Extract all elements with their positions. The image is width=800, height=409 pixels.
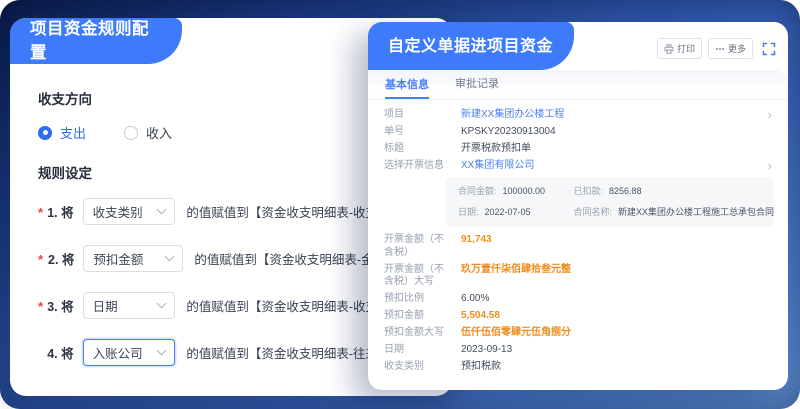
field-select[interactable]: 收支类别 — [83, 198, 176, 225]
left-panel-title: 项目资金规则配置 — [30, 15, 164, 63]
more-icon — [715, 44, 725, 54]
field-label: 项目 — [384, 109, 448, 122]
field-value[interactable]: XX集团有限公司 — [461, 160, 534, 173]
field-select[interactable]: 日期 — [83, 292, 176, 319]
field-row: 标题开票税款预扣单 — [384, 143, 774, 156]
chevron-down-icon — [165, 251, 175, 261]
field-value: 预扣税款 — [461, 361, 501, 374]
contract-field: 合同金额: 100000.00 — [458, 186, 574, 197]
contract-field-label: 合同金额: — [458, 186, 497, 197]
field-row: 项目新建XX集团办公楼工程 › — [384, 109, 774, 122]
tab-approval-records[interactable]: 审批记录 — [455, 75, 499, 99]
field-row: 日期 2023-09-13 — [384, 344, 774, 357]
contract-field-label: 日期: — [458, 207, 479, 218]
contract-field-value: 2022-07-05 — [485, 207, 531, 218]
field-row: 预扣金额 5,504.58 — [384, 310, 774, 323]
select-value: 收支类别 — [93, 202, 143, 221]
field-value: 伍仟伍佰零肆元伍角捌分 — [461, 327, 571, 340]
chevron-down-icon — [157, 298, 167, 308]
field-row: 收支类别预扣税款 — [384, 361, 774, 374]
field-label: 选择开票信息 — [384, 160, 448, 173]
rule-number: 1. 将 — [47, 202, 73, 221]
fullscreen-button[interactable] — [762, 42, 776, 56]
select-value: 入账公司 — [93, 343, 143, 362]
screenshot-stage: 项目资金规则配置 收支方向 支出收入 规则设定 *1. 将收支类别的值赋值到【资… — [0, 0, 800, 409]
field-select[interactable]: 预扣金额 — [83, 245, 183, 272]
field-value: 开票税款预扣单 — [461, 143, 531, 156]
field-row: 开票金额（不含税） 91,743 — [384, 234, 774, 259]
print-button-label: 打印 — [677, 42, 695, 55]
detail-tabs: 基本信息 审批记录 — [368, 70, 788, 100]
chevron-right-icon[interactable]: › — [768, 159, 772, 172]
contract-field-value: 8256.88 — [609, 186, 642, 197]
contract-field: 已扣款: 8256.88 — [574, 186, 762, 197]
field-value: KPSKY20230913004 — [461, 126, 556, 139]
field-label: 预扣比例 — [384, 293, 448, 306]
document-toolbar: 打印 更多 — [657, 38, 776, 59]
contract-field: 日期: 2022-07-05 — [458, 207, 574, 218]
field-label: 开票金额（不含税）大写 — [384, 264, 448, 289]
right-panel-title: 自定义单据进项目资金 — [388, 32, 553, 56]
field-label: 预扣金额大写 — [384, 327, 448, 340]
contract-field-value: 100000.00 — [503, 186, 546, 197]
field-label: 单号 — [384, 126, 448, 139]
print-button[interactable]: 打印 — [657, 38, 702, 59]
radio-option-label: 收入 — [146, 123, 172, 142]
left-panel-title-ribbon: 项目资金规则配置 — [10, 18, 182, 64]
tab-basic-info[interactable]: 基本信息 — [385, 76, 429, 100]
required-asterisk: * — [38, 299, 46, 314]
chevron-down-icon — [157, 345, 167, 355]
contract-field-value: 新建XX集团办公楼工程施工总承包合同 — [618, 207, 774, 218]
more-button-label: 更多 — [728, 42, 746, 55]
field-row: 选择开票信息 XX集团有限公司 › — [384, 160, 774, 173]
field-label: 收支类别 — [384, 361, 448, 374]
field-row: 预扣金额大写伍仟伍佰零肆元伍角捌分 — [384, 327, 774, 340]
select-value: 日期 — [93, 296, 118, 315]
fields-bottom: 开票金额（不含税） 91,743 开票金额（不含税）大写玖万壹仟柒佰肆拾叁元整预扣比… — [384, 234, 774, 374]
chevron-right-icon[interactable]: › — [768, 108, 772, 121]
field-label: 预扣金额 — [384, 310, 448, 323]
contract-info-box: 合同金额: 100000.00 已扣款: 8256.88 日期: 2022-07-05 合同… — [446, 177, 774, 227]
field-row: 单号 KPSKY20230913004 — [384, 126, 774, 139]
field-row: 预扣比例 6.00% — [384, 293, 774, 306]
radio-option[interactable]: 支出 — [38, 123, 86, 142]
select-value: 预扣金额 — [93, 249, 143, 268]
contract-field-label: 合同名称: — [574, 207, 613, 218]
field-label: 标题 — [384, 143, 448, 156]
radio-icon — [124, 126, 138, 140]
field-row: 开票金额（不含税）大写玖万壹仟柒佰肆拾叁元整 — [384, 264, 774, 289]
contract-field: 合同名称:新建XX集团办公楼工程施工总承包合同 — [574, 207, 762, 218]
radio-icon — [38, 126, 52, 140]
more-button[interactable]: 更多 — [708, 38, 753, 59]
field-value: 5,504.58 — [461, 310, 500, 323]
field-value: 91,743 — [461, 234, 492, 247]
contract-field-label: 已扣款: — [574, 186, 604, 197]
fullscreen-icon — [762, 42, 776, 56]
fields-top: 项目新建XX集团办公楼工程 › 单号 KPSKY20230913004 标题开票税款预扣… — [384, 109, 774, 173]
rule-number: 3. 将 — [47, 296, 73, 315]
chevron-down-icon — [157, 204, 167, 214]
document-detail-panel: 自定义单据进项目资金 打印 更多 — [368, 22, 788, 390]
required-asterisk: * — [38, 205, 46, 220]
field-select[interactable]: 入账公司 — [83, 339, 176, 366]
field-value[interactable]: 新建XX集团办公楼工程 — [461, 109, 564, 122]
radio-option[interactable]: 收入 — [124, 123, 172, 142]
radio-option-label: 支出 — [60, 123, 86, 142]
right-panel-title-ribbon: 自定义单据进项目资金 — [368, 22, 574, 70]
required-asterisk: * — [38, 252, 47, 267]
detail-fields: 项目新建XX集团办公楼工程 › 单号 KPSKY20230913004 标题开票税款预扣… — [368, 100, 788, 374]
rule-number: 2. 将 — [48, 249, 74, 268]
field-label: 日期 — [384, 344, 448, 357]
field-value: 6.00% — [461, 293, 489, 306]
field-label: 开票金额（不含税） — [384, 234, 448, 259]
rule-number: 4. 将 — [47, 343, 73, 362]
printer-icon — [664, 44, 674, 54]
field-value: 2023-09-13 — [461, 344, 512, 357]
field-value: 玖万壹仟柒佰肆拾叁元整 — [461, 264, 571, 277]
